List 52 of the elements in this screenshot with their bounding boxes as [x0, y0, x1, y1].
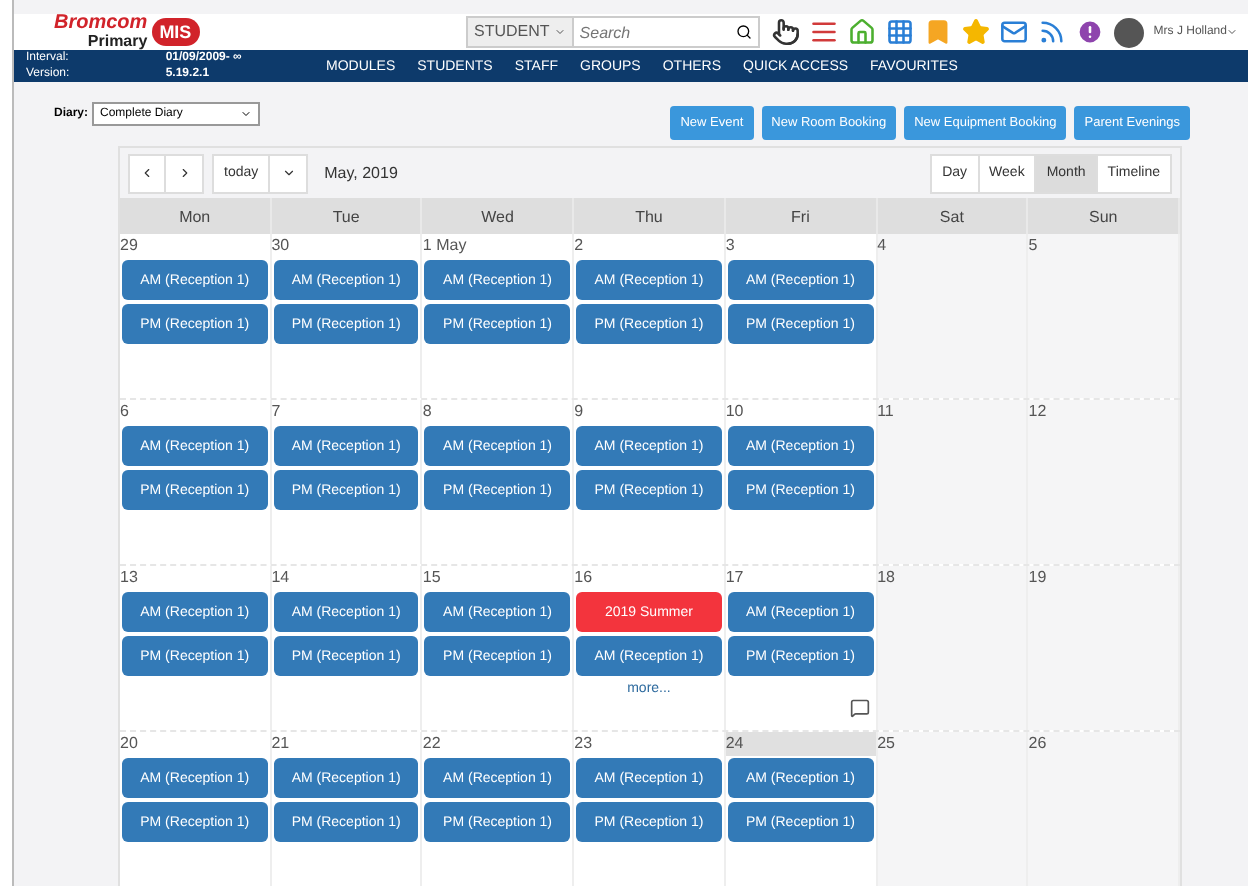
- scope-dropdown[interactable]: STUDENT: [466, 16, 574, 48]
- day-number: 21: [271, 732, 292, 756]
- alert-icon[interactable]: [1075, 18, 1104, 46]
- day-number: 19: [1028, 566, 1049, 590]
- day-number: 14: [271, 566, 292, 590]
- day-number: 8: [422, 400, 434, 424]
- day-number: 26: [1028, 732, 1049, 756]
- day-number: 10: [725, 400, 746, 424]
- logo-brand: Bromcom: [54, 14, 148, 34]
- day-number: 5: [1028, 234, 1040, 258]
- calendar-title: May, 2019: [324, 164, 398, 182]
- day-number: 9: [574, 400, 586, 424]
- logo-badge: MIS: [151, 18, 200, 46]
- popup-icon: [849, 698, 870, 718]
- day-number: 12: [1028, 400, 1049, 424]
- mail-icon[interactable]: [999, 18, 1028, 46]
- home-icon[interactable]: [847, 18, 876, 46]
- rss-icon[interactable]: [1037, 18, 1066, 46]
- hand-pointer-icon[interactable]: [771, 18, 800, 46]
- day-number: 30: [271, 234, 292, 258]
- day-number: 15: [422, 566, 443, 590]
- search-icon: [735, 24, 752, 40]
- day-number: 6: [120, 400, 131, 424]
- day-number: 1 May: [422, 234, 469, 258]
- day-number: 24: [725, 732, 876, 756]
- day-number: 11: [877, 400, 896, 424]
- chevron-right-icon: [177, 166, 191, 180]
- avatar[interactable]: [1113, 17, 1144, 47]
- list-icon[interactable]: [809, 18, 838, 46]
- logo-product: Primary: [87, 34, 148, 50]
- star-icon[interactable]: [961, 18, 990, 46]
- day-number: 16: [574, 566, 595, 590]
- day-number: 23: [574, 732, 595, 756]
- search-button[interactable]: [729, 16, 760, 48]
- caret-icon: [553, 26, 566, 38]
- day-number: 17: [725, 566, 746, 590]
- day-number: 13: [120, 566, 140, 590]
- search-field[interactable]: Search: [573, 16, 730, 48]
- day-number: 18: [877, 566, 897, 590]
- day-number: 25: [877, 732, 897, 756]
- day-number: 29: [120, 234, 140, 258]
- day-number: 4: [877, 234, 889, 258]
- caret-icon: [240, 108, 253, 120]
- chevron-left-icon: [140, 166, 154, 180]
- caret-icon: [1226, 26, 1239, 38]
- day-number: 22: [422, 732, 443, 756]
- day-number: 2: [574, 234, 586, 258]
- caret-icon: [281, 166, 296, 180]
- day-number: 3: [725, 234, 737, 258]
- day-number: 20: [120, 732, 140, 756]
- day-number: 7: [271, 400, 283, 424]
- grid-icon[interactable]: [885, 18, 914, 46]
